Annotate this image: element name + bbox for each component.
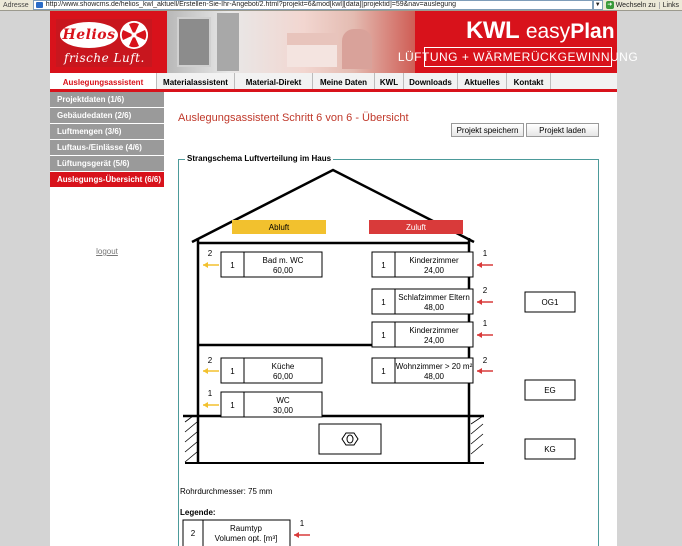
svg-text:48,00: 48,00	[424, 372, 445, 381]
helios-logo[interactable]: Helios frische Luft.	[56, 19, 152, 67]
address-bar: Adresse http://www.showcms.de/helios_kwl…	[0, 0, 682, 11]
slogan: frische Luft.	[64, 51, 145, 65]
svg-text:1: 1	[381, 331, 386, 340]
zuluft-room-schlafzimmer[interactable]: 1 Schlafzimmer Eltern 48,00 2	[371, 286, 493, 315]
legend-title: Legende:	[180, 508, 216, 517]
sidebar-item-luftauslaesse[interactable]: Luftaus-/Einlässe (4/6)	[50, 140, 164, 155]
sidebar-item-uebersicht[interactable]: Auslegungs-Übersicht (6/6)	[50, 172, 164, 187]
svg-text:1: 1	[230, 367, 235, 376]
svg-text:Raumtyp: Raumtyp	[230, 524, 263, 533]
logout-link[interactable]: logout	[50, 247, 164, 256]
svg-text:1: 1	[381, 261, 386, 270]
abluft-room-wc[interactable]: 1 1 WC 30,00	[203, 389, 323, 418]
svg-text:OG1: OG1	[542, 298, 559, 307]
zuluft-room-wohnzimmer[interactable]: 1 Wohnzimmer > 20 m² 48,00 2	[371, 356, 493, 384]
svg-text:1: 1	[208, 389, 213, 398]
svg-text:2: 2	[208, 249, 213, 258]
svg-text:30,00: 30,00	[273, 406, 294, 415]
svg-text:KG: KG	[544, 445, 556, 454]
floor-label-og1: OG1	[524, 291, 576, 313]
zuluft-room-kinderzimmer-1[interactable]: 1 Kinderzimmer 24,00 1	[371, 249, 493, 278]
url-input[interactable]: http://www.showcms.de/helios_kwl_aktuell…	[32, 0, 593, 10]
abluft-label: Abluft	[269, 223, 290, 232]
floor-label-eg: EG	[524, 379, 576, 401]
sidebar-item-projektdaten[interactable]: Projektdaten (1/6)	[50, 92, 164, 107]
sidebar: Projektdaten (1/6) Gebäudedaten (2/6) Lu…	[50, 92, 164, 546]
zuluft-room-kinderzimmer-2[interactable]: 1 Kinderzimmer 24,00 1	[371, 319, 493, 348]
svg-text:Bad m. WC: Bad m. WC	[263, 256, 304, 265]
brand-tagline: LÜFTUNG + WÄRMERÜCKGEWINNUNG	[398, 47, 638, 67]
svg-text:1: 1	[483, 319, 488, 328]
svg-text:Volumen opt. [m³]: Volumen opt. [m³]	[215, 534, 278, 543]
abluft-room-kueche[interactable]: 2 1 Küche 60,00	[203, 356, 323, 384]
house-diagram: Abluft Zuluft 2 1 Bad m. WC 60,00 2 1 Kü…	[183, 168, 576, 464]
header: Helios frische Luft. KWL easyPlan LÜFTUN…	[50, 11, 638, 73]
svg-text:1: 1	[381, 298, 386, 307]
svg-text:1: 1	[483, 249, 488, 258]
header-photo	[167, 11, 415, 73]
svg-text:1: 1	[381, 367, 386, 376]
go-label: Wechseln zu	[615, 1, 656, 9]
go-button[interactable]: ➜ Wechseln zu	[603, 1, 659, 9]
floor-label-kg: KG	[524, 438, 576, 460]
page-title: Auslegungsassistent Schritt 6 von 6 - Üb…	[178, 112, 409, 124]
svg-text:EG: EG	[544, 386, 556, 395]
svg-text:Küche: Küche	[272, 362, 295, 371]
svg-text:1: 1	[230, 401, 235, 410]
legend-diagram: 2 Raumtyp Volumen opt. [m³] 1	[182, 519, 310, 546]
svg-text:48,00: 48,00	[424, 303, 445, 312]
svg-text:60,00: 60,00	[273, 266, 294, 275]
svg-text:2: 2	[208, 356, 213, 365]
sidebar-item-gebaeudedaten[interactable]: Gebäudedaten (2/6)	[50, 108, 164, 123]
url-dropdown-icon[interactable]: ▼	[592, 0, 603, 10]
page: Helios frische Luft. KWL easyPlan LÜFTUN…	[50, 11, 638, 546]
abluft-room-bad[interactable]: 2 1 Bad m. WC 60,00	[203, 249, 323, 278]
svg-text:2: 2	[483, 286, 488, 295]
sidebar-item-lueftungsgeraet[interactable]: Lüftungsgerät (5/6)	[50, 156, 164, 171]
sidebar-item-luftmengen[interactable]: Luftmengen (3/6)	[50, 124, 164, 139]
ventilation-unit-icon[interactable]	[318, 423, 382, 455]
svg-text:Schlafzimmer Eltern: Schlafzimmer Eltern	[398, 293, 470, 302]
svg-text:1: 1	[230, 261, 235, 270]
svg-text:Wohnzimmer > 20 m²: Wohnzimmer > 20 m²	[396, 362, 473, 371]
svg-text:24,00: 24,00	[424, 266, 445, 275]
svg-text:1: 1	[300, 519, 305, 528]
svg-text:Kinderzimmer: Kinderzimmer	[409, 326, 459, 335]
brand-title: KWL easyPlan	[466, 17, 615, 44]
svg-text:WC: WC	[276, 396, 290, 405]
svg-text:24,00: 24,00	[424, 336, 445, 345]
svg-text:Kinderzimmer: Kinderzimmer	[409, 256, 459, 265]
svg-text:60,00: 60,00	[273, 372, 294, 381]
address-label: Adresse	[3, 1, 29, 9]
links-button[interactable]: Links	[658, 1, 682, 9]
svg-text:2: 2	[191, 529, 196, 538]
logo-text: Helios	[62, 27, 116, 43]
zuluft-label: Zuluft	[406, 223, 427, 232]
load-project-button[interactable]: Projekt laden	[526, 123, 599, 137]
pipe-diameter: Rohrdurchmesser: 75 mm	[180, 487, 273, 496]
svg-text:2: 2	[483, 356, 488, 365]
save-project-button[interactable]: Projekt speichern	[451, 123, 524, 137]
go-arrow-icon: ➜	[605, 1, 614, 9]
fan-icon	[120, 21, 148, 49]
